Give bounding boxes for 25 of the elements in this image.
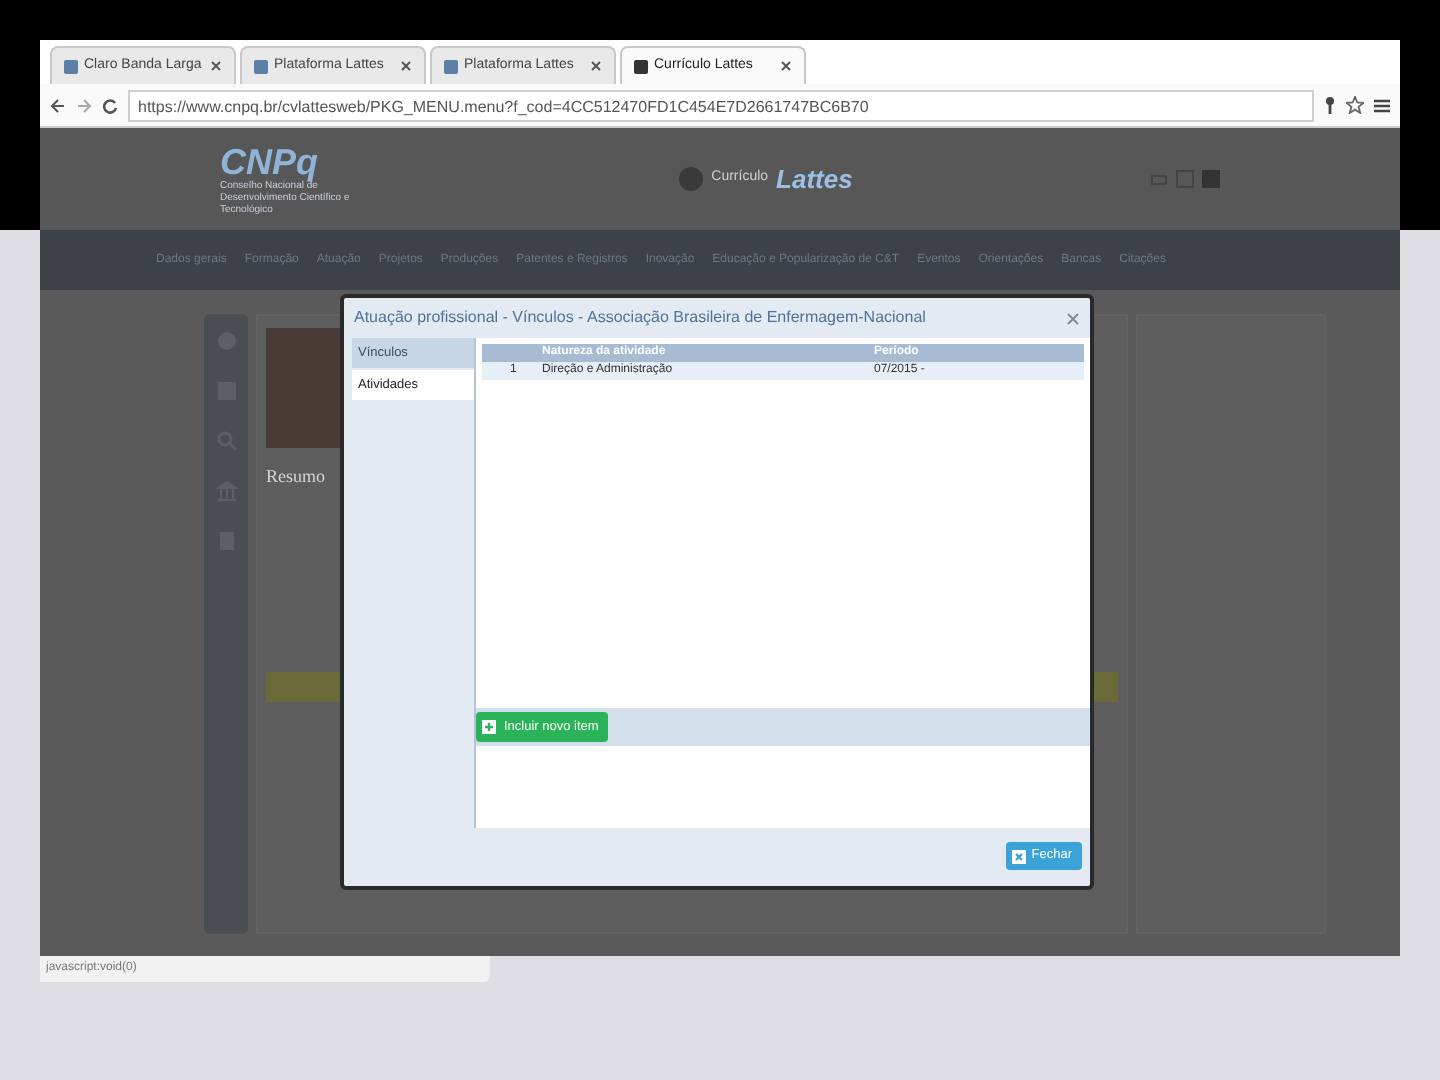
close-icon	[1011, 849, 1026, 863]
square-icon[interactable]	[1201, 170, 1220, 188]
close-tab-icon[interactable]	[780, 60, 792, 72]
favicon-icon	[634, 59, 648, 73]
favicon-icon	[254, 59, 268, 73]
close-tab-icon[interactable]	[210, 60, 222, 72]
key-icon[interactable]	[1324, 96, 1336, 114]
close-tab-icon[interactable]	[590, 60, 602, 72]
site-logo: CNPq	[220, 143, 320, 179]
section-title: Resumo	[266, 464, 328, 490]
forward-icon[interactable]	[76, 97, 92, 113]
back-icon[interactable]	[50, 97, 66, 113]
menu-icon[interactable]	[1374, 97, 1390, 113]
address-bar[interactable]: https://www.cnpq.br/cvlattesweb/PKG_MENU.menu?f_cod=4CC512470FD1C454E7D2661747BC6B70	[128, 89, 1314, 121]
favicon-icon	[64, 59, 78, 73]
reload-icon[interactable]	[102, 97, 118, 113]
close-icon[interactable]	[1066, 311, 1080, 325]
favicon-icon	[444, 59, 458, 73]
brand-name: Lattes	[776, 161, 853, 198]
star-icon[interactable]	[1346, 96, 1364, 114]
photo-placeholder	[266, 328, 346, 448]
dialog-title: Atuação profissional - Vínculos - Associação Brasileira de Enfermagem-Nacional	[354, 306, 926, 330]
close-tab-icon[interactable]	[400, 60, 412, 72]
logo-icon	[677, 166, 704, 192]
plus-icon	[482, 720, 496, 734]
